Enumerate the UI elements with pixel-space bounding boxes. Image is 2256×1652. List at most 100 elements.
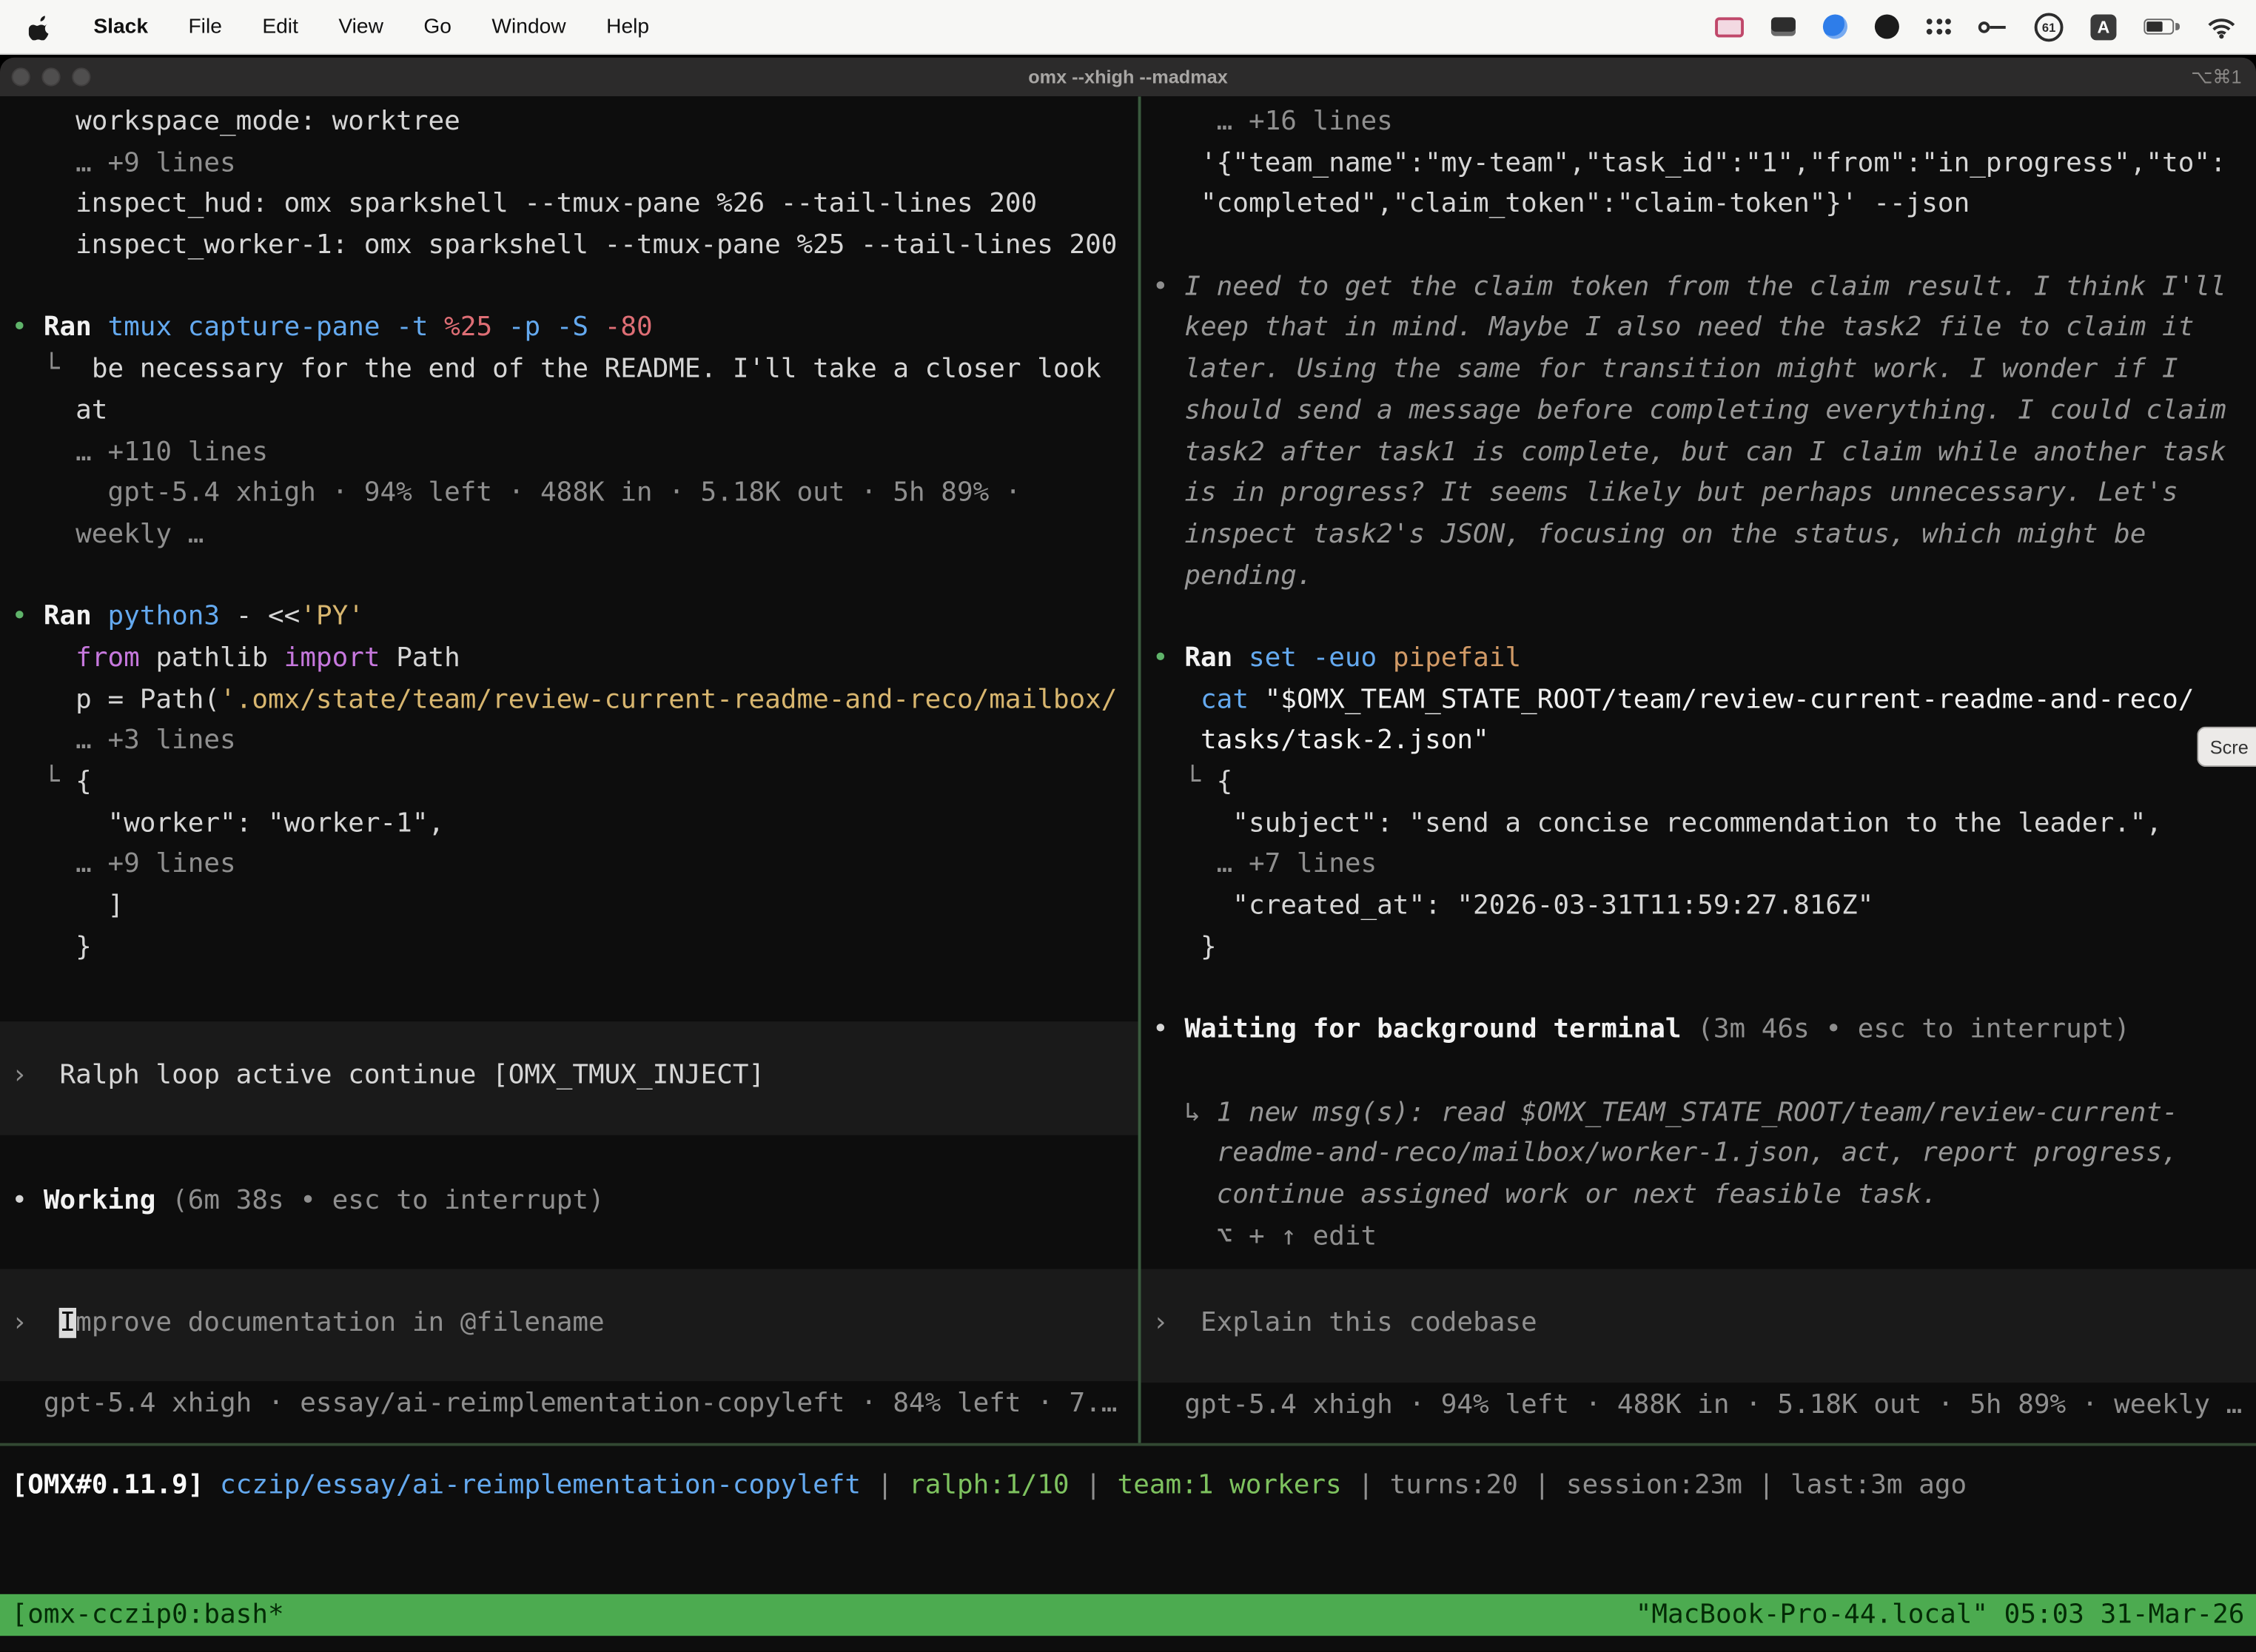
terminal-line: weekly … (12, 515, 1132, 557)
terminal-line (1152, 226, 2250, 267)
window-titlebar[interactable]: omx --xhigh --madmax ⌥⌘1 (0, 58, 2256, 96)
terminal-line: › Explain this codebase (1152, 1304, 2250, 1346)
terminal-line: … +3 lines (12, 721, 1132, 762)
menu-edit[interactable]: Edit (242, 15, 318, 38)
terminal-line: cat "$OMX_TEAM_STATE_ROOT/team/review-cu… (1152, 680, 2250, 722)
terminal-line: └ { (1152, 762, 2250, 804)
terminal-line (1152, 1052, 2250, 1093)
window-controls (12, 58, 91, 96)
tmux-status-bar: [omx-cczip0:bash* "MacBook-Pro-44.local"… (0, 1594, 2256, 1636)
menu-window[interactable]: Window (471, 15, 586, 38)
terminal-line: • I need to get the claim token from the… (1152, 267, 2250, 309)
terminal-line: tasks/task-2.json" (1152, 721, 2250, 762)
terminal-line: inspect_worker-1: omx sparkshell --tmux-… (12, 226, 1132, 267)
terminal-line: • Working (6m 38s • esc to interrupt) (12, 1181, 1132, 1223)
input-source-icon[interactable]: A (2090, 13, 2116, 39)
composer-band[interactable]: › Ralph loop active continue [OMX_TMUX_I… (0, 1021, 1138, 1135)
terminal-line: "created_at": "2026-03-31T11:59:27.816Z" (1152, 887, 2250, 928)
terminal-line: … +110 lines (12, 432, 1132, 474)
terminal-line: workspace_mode: worktree (12, 102, 1132, 144)
terminal-line: pending. (1152, 556, 2250, 597)
terminal-line: • Ran tmux capture-pane -t %25 -p -S -80 (12, 309, 1132, 350)
terminal-line: later. Using the same for transition mig… (1152, 350, 2250, 392)
tmux-pane-right[interactable]: … +16 lines '{"team_name":"my-team","tas… (1141, 96, 2256, 1443)
wifi-icon[interactable] (2207, 10, 2236, 44)
terminal-line: p = Path('.omx/state/team/review-current… (12, 680, 1132, 722)
terminal-line: … +9 lines (12, 845, 1132, 887)
github-icon[interactable] (1875, 10, 1899, 44)
terminal-line: "worker": "worker-1", (12, 804, 1132, 845)
tmux-host-clock: "MacBook-Pro-44.local" 05:03 31-Mar-26 (1636, 1600, 2245, 1631)
terminal-block: workspace_mode: worktree … +9 lines insp… (12, 102, 1132, 1010)
terminal-line: gpt-5.4 xhigh · 94% left · 488K in · 5.1… (12, 474, 1132, 515)
terminal-line: should send a message before completing … (1152, 391, 2250, 432)
terminal-line: › Ralph loop active continue [OMX_TMUX_I… (12, 1056, 1132, 1098)
zoom-button[interactable] (72, 67, 90, 86)
terminal-line: • Ran set -euo pipefail (1152, 639, 2250, 680)
window-grid-icon[interactable] (1771, 10, 1796, 44)
terminal-line: gpt-5.4 xhigh · essay/ai-reimplementatio… (12, 1384, 1132, 1426)
terminal-line: … +7 lines (1152, 845, 2250, 887)
terminal-line: ⌥ + ↑ edit (1152, 1217, 2250, 1258)
menu-file[interactable]: File (168, 15, 242, 38)
terminal-line: ↳ 1 new msg(s): read $OMX_TEAM_STATE_ROO… (1152, 1092, 2250, 1134)
terminal-line: ] (12, 887, 1132, 928)
terminal-line: inspect task2's JSON, focusing on the st… (1152, 515, 2250, 557)
terminal-line: └ { (12, 762, 1132, 804)
screen-sharing-indicator-icon[interactable] (1715, 10, 1744, 44)
desktop: Slack File Edit View Go Window Help 61 A (0, 0, 2256, 1652)
dots-grid-icon[interactable] (1927, 10, 1951, 44)
terminal-line: └ be necessary for the end of the README… (12, 350, 1132, 392)
terminal-line: } (12, 927, 1132, 969)
terminal-line: … +16 lines (1152, 102, 2250, 144)
minimize-button[interactable] (41, 67, 60, 86)
menu-view[interactable]: View (318, 15, 403, 38)
close-button[interactable] (12, 67, 30, 86)
terminal-line: at (12, 391, 1132, 432)
terminal-line: "subject": "send a concise recommendatio… (1152, 804, 2250, 845)
terminal-line: inspect_hud: omx sparkshell --tmux-pane … (12, 185, 1132, 226)
tmux-session-window: [omx-cczip0:bash* (12, 1600, 284, 1631)
terminal-line: task2 after task1 is complete, but can I… (1152, 432, 2250, 474)
menu-bar-status-icons: 61 A (1715, 10, 2256, 44)
tmux-pane-left[interactable]: workspace_mode: worktree … +9 lines insp… (0, 96, 1138, 1443)
browser-icon[interactable] (1823, 10, 1847, 44)
composer-band[interactable]: › Explain this codebase (1141, 1269, 2256, 1383)
terminal-line: › Improve documentation in @filename (12, 1303, 1132, 1344)
app-menu-slack[interactable]: Slack (73, 15, 168, 38)
terminal-line: • Ran python3 - <<'PY' (12, 597, 1132, 639)
terminal-line: } (1152, 927, 2250, 969)
edge-tooltip: Scre (2197, 727, 2256, 767)
terminal-line: keep that in mind. Maybe I also need the… (1152, 309, 2250, 350)
menu-bar-left: Slack File Edit View Go Window Help (0, 13, 669, 39)
terminal-line: continue assigned work or next feasible … (1152, 1175, 2250, 1217)
terminal-block: gpt-5.4 xhigh · essay/ai-reimplementatio… (12, 1384, 1132, 1426)
terminal-line: "completed","claim_token":"claim-token"}… (1152, 185, 2250, 226)
terminal-block: gpt-5.4 xhigh · 94% left · 488K in · 5.1… (1152, 1386, 2250, 1427)
battery-icon[interactable] (2143, 10, 2180, 44)
terminal-line (12, 267, 1132, 309)
terminal-line: '{"team_name":"my-team","task_id":"1","f… (1152, 144, 2250, 185)
menu-go[interactable]: Go (403, 15, 471, 38)
menu-help[interactable]: Help (586, 15, 669, 38)
apple-menu-icon[interactable] (0, 13, 73, 39)
terminal-block: • Working (6m 38s • esc to interrupt) (12, 1181, 1132, 1223)
terminal-line: readme-and-reco/mailbox/worker-1.json, a… (1152, 1134, 2250, 1175)
terminal-line (1152, 597, 2250, 639)
terminal-line: from pathlib import Path (12, 639, 1132, 680)
terminal-line (12, 969, 1132, 1010)
composer-band[interactable]: › Improve documentation in @filename (0, 1269, 1138, 1382)
terminal-window: omx --xhigh --madmax ⌥⌘1 workspace_mode:… (0, 55, 2256, 1652)
key-icon[interactable] (1978, 10, 2007, 44)
terminal-line: is in progress? It seems likely but perh… (1152, 474, 2250, 515)
omx-status-line: [OMX#0.11.9] cczip/essay/ai-reimplementa… (12, 1471, 1967, 1501)
window-title: omx --xhigh --madmax (0, 66, 2256, 87)
window-shortcut-hint: ⌥⌘1 (2191, 65, 2241, 88)
pane-bottom-border (0, 1443, 2256, 1446)
terminal-line: gpt-5.4 xhigh · 94% left · 488K in · 5.1… (1152, 1386, 2250, 1427)
menu-bar: Slack File Edit View Go Window Help 61 A (0, 0, 2256, 55)
battery-percentage-badge[interactable]: 61 (2035, 13, 2064, 41)
terminal-content: workspace_mode: worktree … +9 lines insp… (0, 96, 2256, 1651)
terminal-line: • Waiting for background terminal (3m 46… (1152, 1010, 2250, 1052)
terminal-line (1152, 969, 2250, 1010)
